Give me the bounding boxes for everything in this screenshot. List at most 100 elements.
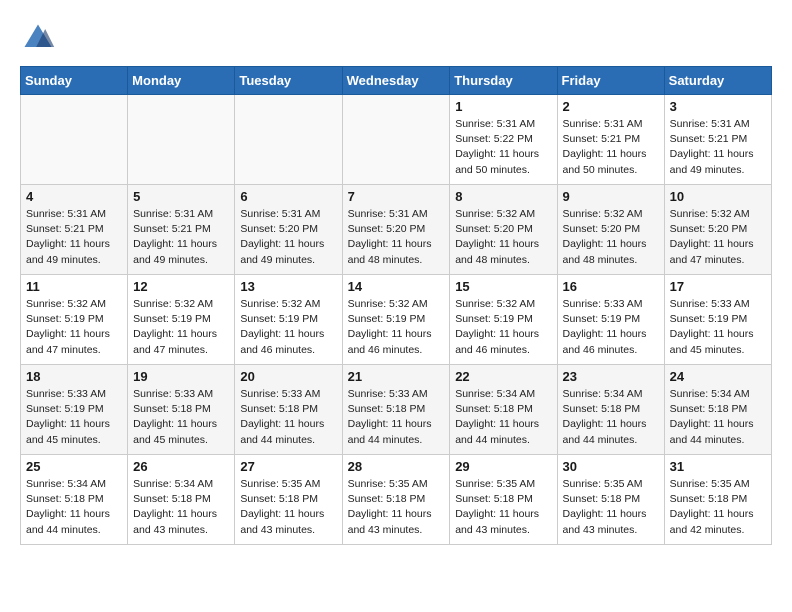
day-detail: Sunrise: 5:32 AM Sunset: 5:20 PM Dayligh…	[455, 207, 551, 268]
day-cell: 17 Sunrise: 5:33 AM Sunset: 5:19 PM Dayli…	[664, 275, 771, 365]
day-cell: 12 Sunrise: 5:32 AM Sunset: 5:19 PM Dayli…	[128, 275, 235, 365]
day-number: 9	[563, 189, 659, 204]
day-detail: Sunrise: 5:34 AM Sunset: 5:18 PM Dayligh…	[563, 387, 659, 448]
day-number: 7	[348, 189, 445, 204]
day-detail: Sunrise: 5:35 AM Sunset: 5:18 PM Dayligh…	[455, 477, 551, 538]
day-detail: Sunrise: 5:31 AM Sunset: 5:21 PM Dayligh…	[26, 207, 122, 268]
day-number: 16	[563, 279, 659, 294]
day-cell: 5 Sunrise: 5:31 AM Sunset: 5:21 PM Daylig…	[128, 185, 235, 275]
day-detail: Sunrise: 5:32 AM Sunset: 5:19 PM Dayligh…	[26, 297, 122, 358]
day-detail: Sunrise: 5:33 AM Sunset: 5:18 PM Dayligh…	[348, 387, 445, 448]
day-number: 4	[26, 189, 122, 204]
day-cell: 20 Sunrise: 5:33 AM Sunset: 5:18 PM Dayli…	[235, 365, 342, 455]
day-cell	[235, 95, 342, 185]
day-cell: 29 Sunrise: 5:35 AM Sunset: 5:18 PM Dayli…	[450, 455, 557, 545]
day-cell: 31 Sunrise: 5:35 AM Sunset: 5:18 PM Dayli…	[664, 455, 771, 545]
day-number: 20	[240, 369, 336, 384]
col-header-friday: Friday	[557, 67, 664, 95]
day-cell: 30 Sunrise: 5:35 AM Sunset: 5:18 PM Dayli…	[557, 455, 664, 545]
day-cell: 2 Sunrise: 5:31 AM Sunset: 5:21 PM Daylig…	[557, 95, 664, 185]
day-cell: 26 Sunrise: 5:34 AM Sunset: 5:18 PM Dayli…	[128, 455, 235, 545]
day-detail: Sunrise: 5:31 AM Sunset: 5:21 PM Dayligh…	[563, 117, 659, 178]
day-detail: Sunrise: 5:35 AM Sunset: 5:18 PM Dayligh…	[670, 477, 766, 538]
week-row-1: 1 Sunrise: 5:31 AM Sunset: 5:22 PM Daylig…	[21, 95, 772, 185]
day-number: 13	[240, 279, 336, 294]
week-row-3: 11Sunrise: 5:32 AM Sunset: 5:19 PM Dayli…	[21, 275, 772, 365]
day-number: 3	[670, 99, 766, 114]
day-detail: Sunrise: 5:34 AM Sunset: 5:18 PM Dayligh…	[670, 387, 766, 448]
day-cell: 21 Sunrise: 5:33 AM Sunset: 5:18 PM Dayli…	[342, 365, 450, 455]
day-number: 8	[455, 189, 551, 204]
day-cell	[128, 95, 235, 185]
day-number: 24	[670, 369, 766, 384]
day-number: 29	[455, 459, 551, 474]
day-number: 17	[670, 279, 766, 294]
day-cell: 23Sunrise: 5:34 AM Sunset: 5:18 PM Dayli…	[557, 365, 664, 455]
logo-icon	[20, 20, 56, 56]
day-cell: 4 Sunrise: 5:31 AM Sunset: 5:21 PM Daylig…	[21, 185, 128, 275]
day-number: 26	[133, 459, 229, 474]
day-detail: Sunrise: 5:32 AM Sunset: 5:19 PM Dayligh…	[133, 297, 229, 358]
col-header-wednesday: Wednesday	[342, 67, 450, 95]
week-row-4: 18 Sunrise: 5:33 AM Sunset: 5:19 PM Dayli…	[21, 365, 772, 455]
day-detail: Sunrise: 5:31 AM Sunset: 5:21 PM Dayligh…	[133, 207, 229, 268]
day-detail: Sunrise: 5:34 AM Sunset: 5:18 PM Dayligh…	[133, 477, 229, 538]
col-header-sunday: Sunday	[21, 67, 128, 95]
day-cell: 24 Sunrise: 5:34 AM Sunset: 5:18 PM Dayli…	[664, 365, 771, 455]
col-header-monday: Monday	[128, 67, 235, 95]
day-number: 5	[133, 189, 229, 204]
day-number: 21	[348, 369, 445, 384]
day-cell: 27 Sunrise: 5:35 AM Sunset: 5:18 PM Dayli…	[235, 455, 342, 545]
day-detail: Sunrise: 5:32 AM Sunset: 5:19 PM Dayligh…	[455, 297, 551, 358]
day-cell: 19Sunrise: 5:33 AM Sunset: 5:18 PM Dayli…	[128, 365, 235, 455]
day-detail: Sunrise: 5:35 AM Sunset: 5:18 PM Dayligh…	[348, 477, 445, 538]
day-detail: Sunrise: 5:31 AM Sunset: 5:20 PM Dayligh…	[240, 207, 336, 268]
day-detail: Sunrise: 5:34 AM Sunset: 5:18 PM Dayligh…	[26, 477, 122, 538]
day-number: 27	[240, 459, 336, 474]
day-number: 15	[455, 279, 551, 294]
day-number: 22	[455, 369, 551, 384]
day-cell: 22 Sunrise: 5:34 AM Sunset: 5:18 PM Dayli…	[450, 365, 557, 455]
day-detail: Sunrise: 5:35 AM Sunset: 5:18 PM Dayligh…	[240, 477, 336, 538]
calendar-table: SundayMondayTuesdayWednesdayThursdayFrid…	[20, 66, 772, 545]
day-detail: Sunrise: 5:35 AM Sunset: 5:18 PM Dayligh…	[563, 477, 659, 538]
day-detail: Sunrise: 5:31 AM Sunset: 5:22 PM Dayligh…	[455, 117, 551, 178]
day-detail: Sunrise: 5:33 AM Sunset: 5:19 PM Dayligh…	[563, 297, 659, 358]
day-cell: 18 Sunrise: 5:33 AM Sunset: 5:19 PM Dayli…	[21, 365, 128, 455]
day-cell: 14 Sunrise: 5:32 AM Sunset: 5:19 PM Dayli…	[342, 275, 450, 365]
day-detail: Sunrise: 5:33 AM Sunset: 5:18 PM Dayligh…	[133, 387, 229, 448]
day-detail: Sunrise: 5:32 AM Sunset: 5:19 PM Dayligh…	[348, 297, 445, 358]
day-cell	[342, 95, 450, 185]
day-detail: Sunrise: 5:34 AM Sunset: 5:18 PM Dayligh…	[455, 387, 551, 448]
day-detail: Sunrise: 5:31 AM Sunset: 5:21 PM Dayligh…	[670, 117, 766, 178]
day-number: 30	[563, 459, 659, 474]
day-number: 12	[133, 279, 229, 294]
day-cell: 7 Sunrise: 5:31 AM Sunset: 5:20 PM Daylig…	[342, 185, 450, 275]
page-header	[20, 20, 772, 56]
day-detail: Sunrise: 5:32 AM Sunset: 5:20 PM Dayligh…	[670, 207, 766, 268]
day-cell: 1 Sunrise: 5:31 AM Sunset: 5:22 PM Daylig…	[450, 95, 557, 185]
day-cell: 11Sunrise: 5:32 AM Sunset: 5:19 PM Dayli…	[21, 275, 128, 365]
day-cell: 25Sunrise: 5:34 AM Sunset: 5:18 PM Dayli…	[21, 455, 128, 545]
day-cell: 10Sunrise: 5:32 AM Sunset: 5:20 PM Dayli…	[664, 185, 771, 275]
day-number: 2	[563, 99, 659, 114]
day-detail: Sunrise: 5:33 AM Sunset: 5:19 PM Dayligh…	[26, 387, 122, 448]
day-number: 28	[348, 459, 445, 474]
logo	[20, 20, 62, 56]
col-header-thursday: Thursday	[450, 67, 557, 95]
day-detail: Sunrise: 5:33 AM Sunset: 5:19 PM Dayligh…	[670, 297, 766, 358]
day-number: 14	[348, 279, 445, 294]
week-row-2: 4 Sunrise: 5:31 AM Sunset: 5:21 PM Daylig…	[21, 185, 772, 275]
day-detail: Sunrise: 5:33 AM Sunset: 5:18 PM Dayligh…	[240, 387, 336, 448]
day-detail: Sunrise: 5:32 AM Sunset: 5:19 PM Dayligh…	[240, 297, 336, 358]
day-detail: Sunrise: 5:31 AM Sunset: 5:20 PM Dayligh…	[348, 207, 445, 268]
day-cell: 3 Sunrise: 5:31 AM Sunset: 5:21 PM Daylig…	[664, 95, 771, 185]
day-number: 31	[670, 459, 766, 474]
day-detail: Sunrise: 5:32 AM Sunset: 5:20 PM Dayligh…	[563, 207, 659, 268]
day-number: 1	[455, 99, 551, 114]
day-cell: 9 Sunrise: 5:32 AM Sunset: 5:20 PM Daylig…	[557, 185, 664, 275]
day-number: 18	[26, 369, 122, 384]
day-cell: 8 Sunrise: 5:32 AM Sunset: 5:20 PM Daylig…	[450, 185, 557, 275]
day-cell: 15 Sunrise: 5:32 AM Sunset: 5:19 PM Dayli…	[450, 275, 557, 365]
col-header-tuesday: Tuesday	[235, 67, 342, 95]
